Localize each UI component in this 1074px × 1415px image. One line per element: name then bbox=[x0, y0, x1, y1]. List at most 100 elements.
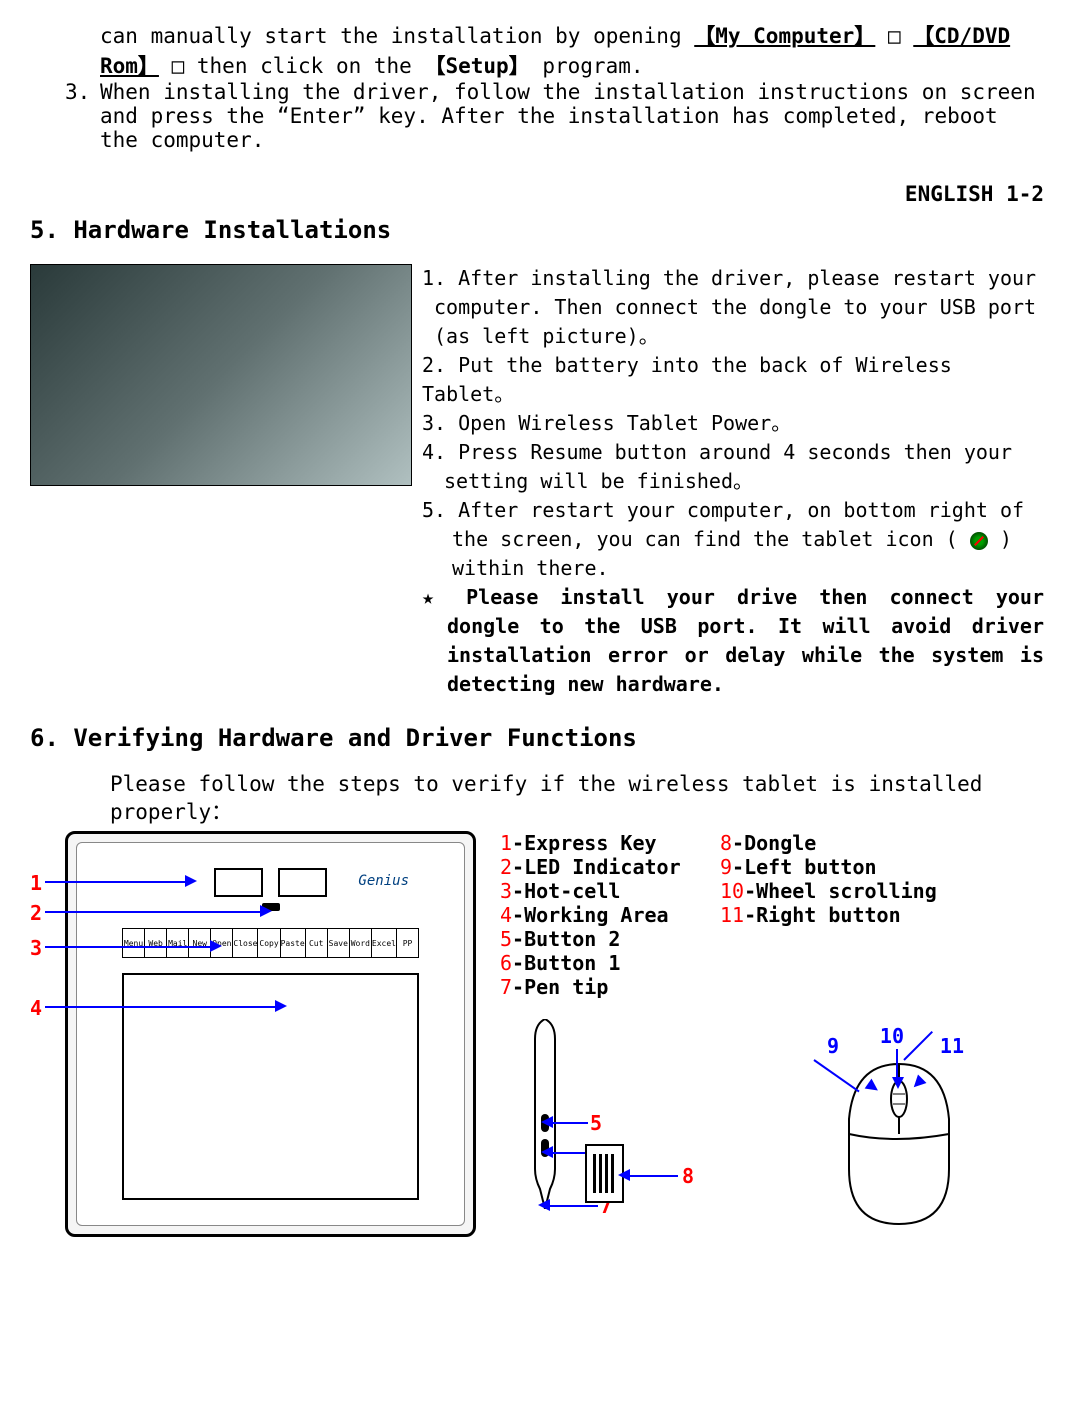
s5-item-2: 2. Put the battery into the back of Wire… bbox=[422, 351, 1044, 409]
callout-2: 2 bbox=[30, 901, 42, 925]
legend-text: -Hot-cell bbox=[512, 879, 620, 903]
express-key-2 bbox=[278, 868, 327, 897]
hot-cell: Menu bbox=[123, 929, 145, 957]
arrow-1-line bbox=[45, 881, 185, 883]
express-key-1 bbox=[214, 868, 263, 897]
section-5-text: 1. After installing the driver, please r… bbox=[422, 264, 1044, 699]
arrow-head-icon bbox=[541, 1116, 553, 1128]
my-computer-label: 【My Computer】 bbox=[694, 24, 875, 48]
hot-cell: Excel bbox=[372, 929, 397, 957]
arrow-head-icon bbox=[541, 1146, 553, 1158]
legend-text: -LED Indicator bbox=[512, 855, 681, 879]
arrow-1: □ bbox=[888, 24, 913, 48]
s5-item-5: 5. After restart your computer, on botto… bbox=[422, 496, 1044, 583]
usb-dongle-photo bbox=[30, 264, 412, 486]
arrow-head-icon bbox=[538, 1199, 550, 1211]
legend-text: -Dongle bbox=[732, 831, 816, 855]
arrow-line bbox=[550, 1205, 598, 1207]
arrow-2-line bbox=[45, 911, 260, 913]
intro-continuation: can manually start the installation by o… bbox=[30, 20, 1044, 80]
intro-text-b: then click on the bbox=[197, 54, 412, 78]
section-6-lead: Please follow the steps to verify if the… bbox=[30, 772, 1044, 826]
tablet-diagram: Genius Menu Web Mail New Open Close Copy… bbox=[30, 831, 480, 1241]
step-3-number: 3. bbox=[65, 80, 90, 104]
section-6-row: Genius Menu Web Mail New Open Close Copy… bbox=[30, 831, 1044, 1241]
legend-num: 1 bbox=[500, 831, 512, 855]
legend-text: -Button 2 bbox=[512, 927, 620, 951]
arrow-4-line bbox=[45, 1006, 275, 1008]
section-5-title: 5. Hardware Installations bbox=[30, 216, 1044, 244]
hot-cell: Mail bbox=[167, 929, 189, 957]
genius-logo: Genius bbox=[358, 873, 409, 889]
s5-item-4: 4. Press Resume button around 4 seconds … bbox=[422, 438, 1044, 496]
tablet-frame: Genius Menu Web Mail New Open Close Copy… bbox=[65, 831, 476, 1237]
hot-cell: Cut bbox=[306, 929, 328, 957]
legend-text: -Express Key bbox=[512, 831, 657, 855]
arrow-line bbox=[553, 1122, 588, 1124]
section-6-title: 6. Verifying Hardware and Driver Functio… bbox=[30, 724, 1044, 752]
legend-num: 6 bbox=[500, 951, 512, 975]
legend-num: 11 bbox=[720, 903, 744, 927]
callout-3: 3 bbox=[30, 936, 42, 960]
legend-text: -Pen tip bbox=[512, 975, 608, 999]
legend-num: 2 bbox=[500, 855, 512, 879]
s5-item-1: 1. After installing the driver, please r… bbox=[422, 264, 1044, 351]
legend-num: 5 bbox=[500, 927, 512, 951]
legend-num: 7 bbox=[500, 975, 512, 999]
legend-row: 1-Express Key 8-Dongle bbox=[500, 831, 1044, 855]
step-3: 3. When installing the driver, follow th… bbox=[30, 80, 1044, 152]
arrow-head-icon bbox=[618, 1169, 630, 1181]
legend-row: 6-Button 1 bbox=[500, 951, 1044, 975]
setup-label: 【Setup】 bbox=[424, 54, 529, 78]
arrow-line bbox=[896, 1049, 898, 1079]
callout-10: 10 bbox=[880, 1024, 904, 1048]
tablet-icon bbox=[970, 532, 988, 550]
arrow-3-line bbox=[45, 946, 210, 948]
legend-text: -Button 1 bbox=[512, 951, 620, 975]
legend-row: 5-Button 2 bbox=[500, 927, 1044, 951]
callout-9: 9 bbox=[827, 1034, 839, 1058]
legend-list: 1-Express Key 8-Dongle 2-LED Indicator 9… bbox=[500, 831, 1044, 999]
intro-text-c: program. bbox=[542, 54, 643, 78]
legend-row: 2-LED Indicator 9-Left button bbox=[500, 855, 1044, 879]
arrow-2-head bbox=[260, 905, 272, 917]
legend-num: 9 bbox=[720, 855, 732, 879]
legend-num: 3 bbox=[500, 879, 512, 903]
callout-4: 4 bbox=[30, 996, 42, 1020]
legend-row: 4-Working Area 11-Right button bbox=[500, 903, 1044, 927]
star-note: ★ Please install your drive then connect… bbox=[422, 583, 1044, 699]
legend-row: 7-Pen tip bbox=[500, 975, 1044, 999]
s5-item-5a: 5. After restart your computer, on botto… bbox=[422, 498, 1024, 551]
legend-text: -Wheel scrolling bbox=[744, 879, 937, 903]
arrow-line bbox=[630, 1175, 678, 1177]
hot-cell: Web bbox=[145, 929, 167, 957]
legend-text: -Working Area bbox=[512, 903, 669, 927]
tablet-inner: Genius Menu Web Mail New Open Close Copy… bbox=[76, 842, 465, 1226]
legend-num: 10 bbox=[720, 879, 744, 903]
arrow-head-icon bbox=[892, 1077, 904, 1089]
step-3-text: When installing the driver, follow the i… bbox=[100, 80, 1036, 152]
legend-num: 4 bbox=[500, 903, 512, 927]
arrow-2: □ bbox=[172, 54, 197, 78]
hot-cell: Save bbox=[328, 929, 350, 957]
s5-item-3: 3. Open Wireless Tablet Power。 bbox=[422, 409, 1044, 438]
arrow-1-head bbox=[185, 875, 197, 887]
pen-mouse-diagram: 5 6 7 8 bbox=[500, 1019, 1044, 1239]
callout-11: 11 bbox=[940, 1034, 964, 1058]
hot-cell: Close bbox=[233, 929, 258, 957]
hot-cell: Word bbox=[350, 929, 372, 957]
section-5-row: 1. After installing the driver, please r… bbox=[30, 264, 1044, 699]
legend-text: -Right button bbox=[744, 903, 901, 927]
arrow-line bbox=[903, 1031, 933, 1061]
legend-text: -Left button bbox=[732, 855, 877, 879]
hot-cell: New bbox=[189, 929, 211, 957]
hot-cell: Copy bbox=[258, 929, 280, 957]
hot-cell: Paste bbox=[281, 929, 306, 957]
legend-panel: 1-Express Key 8-Dongle 2-LED Indicator 9… bbox=[500, 831, 1044, 1239]
callout-5: 5 bbox=[590, 1111, 602, 1135]
callout-1: 1 bbox=[30, 871, 42, 895]
intro-text: can manually start the installation by o… bbox=[100, 24, 694, 48]
arrow-4-head bbox=[275, 1000, 287, 1012]
callout-8: 8 bbox=[682, 1164, 694, 1188]
legend-num: 8 bbox=[720, 831, 732, 855]
